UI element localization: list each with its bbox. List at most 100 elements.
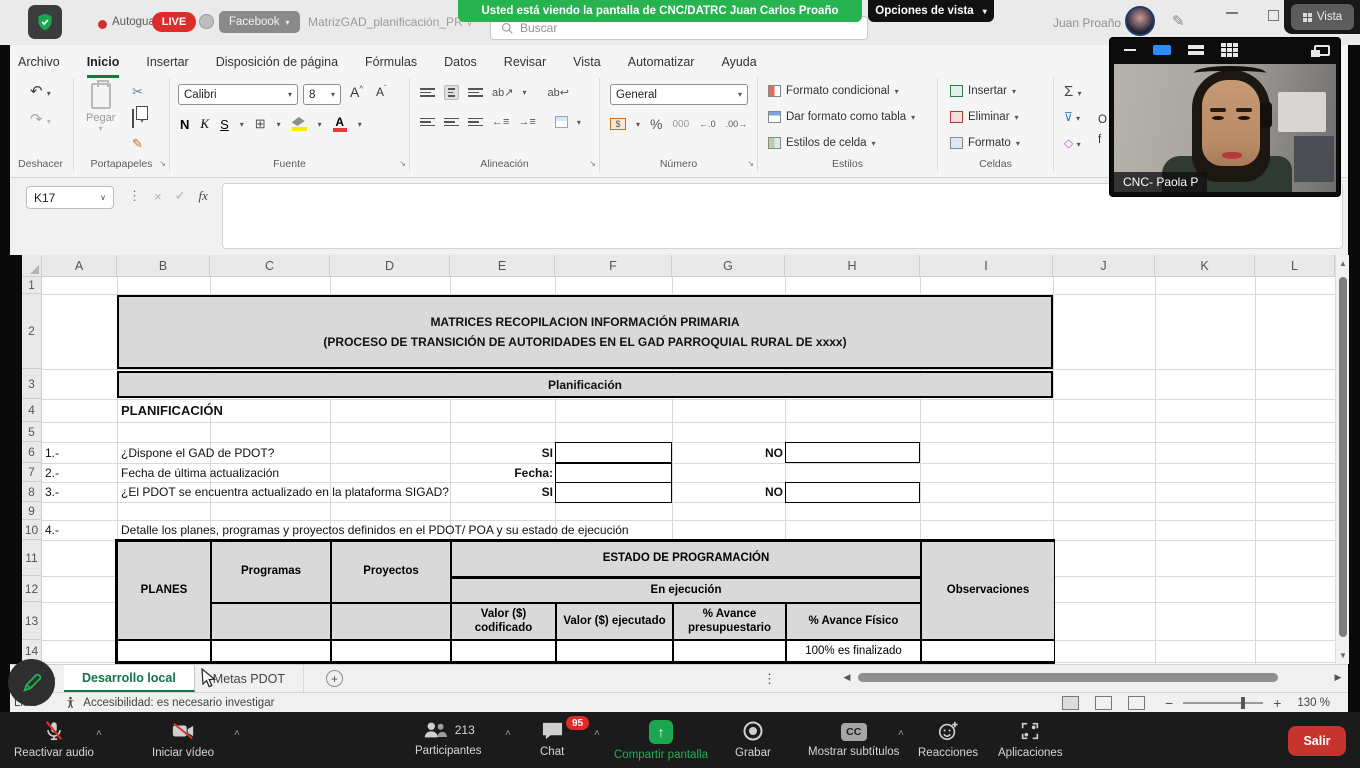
insert-function-icon[interactable]: fx — [199, 188, 208, 204]
audio-options-chevron[interactable]: ˄ — [96, 728, 102, 739]
zoom-slider-thumb[interactable] — [1241, 697, 1245, 709]
matrix-title-block[interactable]: MATRICES RECOPILACION INFORMACIÓN PRIMAR… — [117, 295, 1053, 369]
column-header-E[interactable]: E — [450, 255, 555, 277]
format-as-table-button[interactable]: Dar formato como tabla▾ — [768, 111, 915, 123]
tab-archivo[interactable]: Archivo — [18, 55, 60, 78]
format-painter-icon[interactable]: ✎ — [132, 136, 143, 152]
q1-no-box[interactable] — [785, 442, 920, 463]
gallery-view-icon[interactable] — [1221, 43, 1238, 57]
table-header-en-ejecucion[interactable]: En ejecución — [451, 577, 921, 603]
number-format-select[interactable]: General▾ — [610, 84, 748, 105]
zoom-security-shield-icon[interactable] — [28, 5, 62, 39]
clear-button[interactable]: ◇ ▾ — [1064, 136, 1081, 150]
sort-filter-fragment[interactable]: O — [1098, 114, 1107, 126]
row-header-12[interactable]: 12 — [22, 576, 42, 602]
accounting-format-icon[interactable]: $ — [610, 118, 626, 130]
row-header-13[interactable]: 13 — [22, 602, 42, 640]
table-cell-avance-presupuestario[interactable] — [673, 640, 786, 662]
table-cell-valor-ejecutado[interactable] — [556, 640, 673, 662]
align-middle-icon[interactable] — [444, 85, 459, 100]
tab-inicio[interactable]: Inicio — [87, 55, 120, 78]
record-button[interactable]: Grabar — [735, 720, 771, 759]
video-thumbnail-panel[interactable]: CNC- Paola P — [1110, 38, 1340, 196]
minimize-window-icon[interactable] — [1226, 12, 1238, 14]
q1-si-box[interactable] — [555, 442, 672, 463]
column-header-A[interactable]: A — [42, 255, 117, 277]
column-header-I[interactable]: I — [920, 255, 1053, 277]
autosum-button[interactable]: Σ ▾ — [1064, 83, 1081, 100]
wrap-text-icon[interactable]: ab↩ — [547, 86, 568, 99]
table-cell-observaciones[interactable] — [921, 640, 1055, 662]
row-header-6[interactable]: 6 — [22, 442, 42, 463]
minimize-video-icon[interactable] — [1124, 49, 1136, 51]
font-size-select[interactable]: 8▾ — [303, 84, 341, 105]
increase-indent-icon[interactable]: →≡ — [518, 116, 535, 128]
vista-button[interactable]: Vista — [1291, 4, 1354, 30]
normal-view-icon[interactable] — [1062, 696, 1079, 710]
fill-color-dropdown[interactable]: ▾ — [318, 120, 322, 129]
select-all-button[interactable] — [22, 255, 42, 277]
tab-formulas[interactable]: Fórmulas — [365, 55, 417, 78]
increase-decimal-icon[interactable]: ←.0 — [699, 119, 716, 129]
table-header-avance-fisico[interactable]: % Avance Físico — [786, 603, 921, 640]
table-header-planes[interactable]: PLANES — [117, 541, 211, 640]
start-video-button[interactable]: Iniciar vídeo — [152, 720, 214, 759]
align-center-icon[interactable] — [444, 118, 459, 127]
zoom-slider[interactable] — [1183, 702, 1263, 704]
tab-automatizar[interactable]: Automatizar — [628, 55, 695, 78]
scroll-down-icon[interactable]: ▼ — [1336, 651, 1350, 660]
column-header-B[interactable]: B — [117, 255, 210, 277]
orientation-dropdown[interactable]: ▾ — [522, 88, 526, 97]
column-header-C[interactable]: C — [210, 255, 330, 277]
video-options-chevron[interactable]: ˄ — [234, 728, 240, 739]
table-header-valor-codificado[interactable]: Valor ($) codificado — [451, 603, 556, 640]
name-box[interactable]: K17 ∨ — [26, 186, 114, 209]
tab-revisar[interactable]: Revisar — [504, 55, 546, 78]
underline-dropdown[interactable]: ▾ — [240, 120, 244, 129]
increase-font-icon[interactable]: A^ — [350, 84, 363, 100]
unmute-button[interactable]: Reactivar audio — [14, 720, 94, 759]
q3-si-box[interactable] — [555, 482, 672, 503]
table-header-programas[interactable]: Programas — [211, 541, 331, 603]
scroll-right-icon[interactable]: ▶ — [1331, 672, 1345, 683]
more-options-icon[interactable]: ⋮ — [128, 188, 141, 204]
borders-button[interactable]: ⊞ — [255, 116, 266, 132]
annotation-tool-button[interactable] — [8, 659, 55, 706]
accounting-dropdown[interactable]: ▾ — [636, 120, 640, 129]
tab-overflow-icon[interactable]: ⋮ — [763, 671, 776, 687]
spreadsheet-grid[interactable]: ABCDEFGHIJKL 1234567891011121314 MATRICE… — [22, 255, 1335, 664]
decrease-decimal-icon[interactable]: .00→ — [726, 119, 748, 129]
row-header-7[interactable]: 7 — [22, 463, 42, 482]
page-layout-view-icon[interactable] — [1095, 696, 1112, 710]
planificacion-band[interactable]: Planificación — [117, 371, 1053, 398]
accessibility-status[interactable]: Accesibilidad: es necesario investigar — [83, 697, 274, 709]
captions-chevron[interactable]: ˄ — [898, 728, 904, 739]
participants-button[interactable]: 213 Participantes — [415, 720, 481, 757]
column-header-J[interactable]: J — [1053, 255, 1155, 277]
tab-disposicion[interactable]: Disposición de página — [216, 55, 338, 78]
undo-button[interactable]: ↶ ▾ — [30, 82, 51, 100]
font-name-select[interactable]: Calibri▾ — [178, 84, 298, 105]
captions-button[interactable]: CC Mostrar subtítulos — [808, 720, 899, 758]
horizontal-scroll-thumb[interactable] — [858, 673, 1278, 682]
column-header-G[interactable]: G — [672, 255, 785, 277]
conditional-format-button[interactable]: Formato condicional▾ — [768, 85, 899, 97]
row-header-11[interactable]: 11 — [22, 540, 42, 576]
row-header-2[interactable]: 2 — [22, 294, 42, 369]
merge-dropdown[interactable]: ▾ — [577, 118, 581, 127]
table-header-observaciones[interactable]: Observaciones — [921, 541, 1055, 640]
align-bottom-icon[interactable] — [468, 88, 483, 97]
zoom-in-icon[interactable]: + — [1273, 695, 1281, 711]
row-header-3[interactable]: 3 — [22, 369, 42, 399]
font-color-dropdown[interactable]: ▾ — [358, 120, 362, 129]
dialog-launcher-icon[interactable]: ↘ — [747, 159, 754, 168]
table-header-valor-ejecutado[interactable]: Valor ($) ejecutado — [556, 603, 673, 640]
table-cell-valor-codificado[interactable] — [451, 640, 556, 662]
row-header-5[interactable]: 5 — [22, 422, 42, 442]
orientation-icon[interactable]: ab↗ — [492, 86, 513, 99]
participants-chevron[interactable]: ˄ — [505, 728, 511, 739]
underline-button[interactable]: S — [220, 117, 229, 132]
table-header-blank-2[interactable] — [331, 603, 451, 640]
percent-icon[interactable]: % — [650, 116, 662, 132]
column-header-L[interactable]: L — [1255, 255, 1335, 277]
